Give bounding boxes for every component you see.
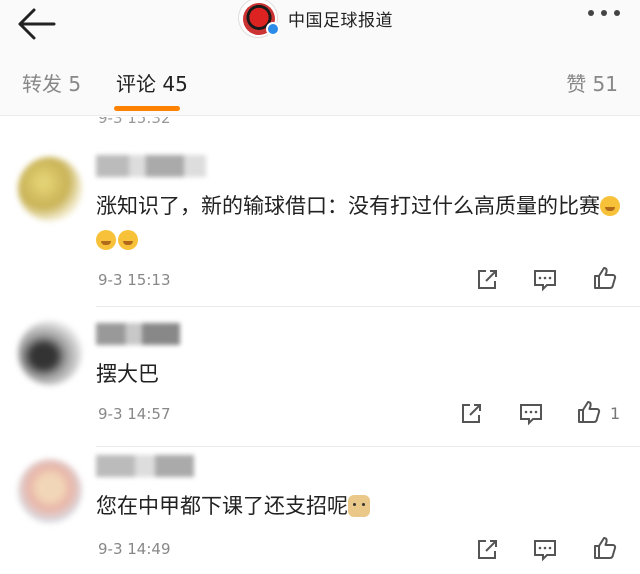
previous-comment-footer: 9-3 15:32 [0, 117, 640, 127]
doge-emoji-icon [348, 495, 370, 517]
commenter-name[interactable] [96, 323, 180, 345]
tab-like[interactable]: 赞 51 [566, 68, 618, 97]
comment-item: 摆大巴 9-3 14:57 1 [0, 307, 640, 447]
comment-icon [534, 270, 556, 292]
tab-repost[interactable]: 转发 5 [22, 68, 81, 97]
comment-icon [534, 540, 556, 562]
comment-text-body: 涨知识了，新的输球借口：没有打过什么高质量的比赛 [96, 194, 600, 218]
account-header[interactable]: 中国足球报道 [238, 0, 393, 38]
comment-time: 9-3 14:57 [98, 405, 171, 423]
comment-text: 摆大巴 [96, 357, 626, 391]
share-icon [462, 404, 481, 423]
share-icon [478, 540, 497, 559]
comment-item: 涨知识了，新的输球借口：没有打过什么高质量的比赛 9-3 15:13 [0, 127, 640, 307]
comment-text-body: 摆大巴 [96, 362, 159, 386]
comment-time: 9-3 14:49 [98, 540, 171, 558]
avatar[interactable] [18, 321, 82, 385]
share-icon [478, 270, 497, 289]
comment-time: 9-3 15:32 [98, 117, 171, 127]
commenter-name[interactable] [96, 455, 194, 477]
thumbs-up-icon [594, 537, 617, 559]
like-count: 1 [610, 404, 621, 423]
thumbs-up-icon [594, 267, 617, 289]
reply-button[interactable] [530, 265, 560, 295]
more-dot-icon [601, 10, 607, 16]
back-button[interactable] [14, 6, 58, 42]
like-button[interactable] [590, 263, 620, 293]
top-bar: 中国足球报道 [0, 0, 640, 48]
comment-text: 涨知识了，新的输球借口：没有打过什么高质量的比赛 [96, 189, 626, 257]
reply-button[interactable] [516, 399, 546, 429]
commenter-name[interactable] [96, 155, 206, 177]
reply-button[interactable] [530, 535, 560, 565]
comment-item: 您在中甲都下课了还支招呢 9-3 14:49 [0, 447, 640, 574]
arrow-left-icon [18, 8, 56, 40]
avatar[interactable] [18, 459, 82, 523]
tab-bar: 转发 5 评论 45 赞 51 [0, 48, 640, 116]
comment-text: 您在中甲都下课了还支招呢 [96, 489, 626, 523]
active-tab-indicator [114, 106, 180, 111]
comment-time: 9-3 15:13 [98, 271, 171, 289]
share-button[interactable] [472, 265, 502, 295]
more-dot-icon [588, 10, 594, 16]
comment-text-body: 您在中甲都下课了还支招呢 [96, 494, 348, 518]
like-button[interactable] [574, 397, 604, 427]
account-title: 中国足球报道 [288, 10, 393, 31]
like-button[interactable] [590, 533, 620, 563]
more-dot-icon [614, 10, 620, 16]
comment-icon [520, 404, 542, 426]
thumbs-up-icon [578, 401, 601, 423]
tab-comment[interactable]: 评论 45 [116, 68, 188, 97]
more-button[interactable] [588, 10, 628, 20]
share-button[interactable] [456, 399, 486, 429]
share-button[interactable] [472, 535, 502, 565]
avatar[interactable] [18, 157, 82, 221]
verified-badge-icon [266, 22, 280, 36]
